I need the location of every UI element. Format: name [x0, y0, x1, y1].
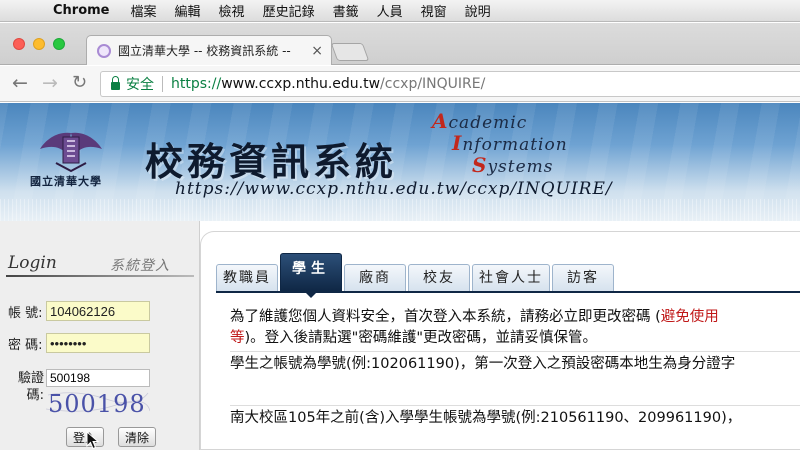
english-line3-rest: ystems [487, 157, 554, 177]
english-title-line2: Information [452, 131, 568, 155]
english-title-line1: Academic [432, 109, 527, 133]
english-line2-rest: nformation [462, 135, 568, 155]
login-heading: Login [8, 253, 57, 273]
menu-history[interactable]: 歷史記錄 [254, 1, 324, 20]
browser-tab-active[interactable]: 國立清華大學 -- 校務資訊系統 -- × [86, 35, 332, 65]
captcha-image-text: 500198 [48, 390, 146, 417]
tab-vendor[interactable]: 廠商 [344, 264, 406, 291]
password-input[interactable] [46, 333, 150, 353]
menu-people[interactable]: 人員 [368, 1, 412, 20]
macos-menu-bar: Chrome 檔案 編輯 檢視 歷史記錄 書籤 人員 視窗 說明 [0, 0, 800, 22]
login-subheading: 系統登入 [110, 258, 170, 274]
notice-line2-warning: 等 [230, 330, 245, 346]
english-line1-rest: cademic [448, 113, 528, 133]
minimize-window-button[interactable] [33, 38, 45, 50]
english-line1-cap: A [432, 109, 449, 133]
lock-icon [111, 76, 120, 90]
school-name: 國立清華大學 [30, 175, 102, 188]
tab-alumni[interactable]: 校友 [408, 264, 470, 291]
notice-line-3: 學生之帳號為學號(例:102061190)，第一次登入之預設密碼本地生為身分證字 [230, 356, 736, 372]
clear-button[interactable]: 清除 [118, 427, 157, 447]
notice-line1-warning: 避免使用 [660, 309, 719, 325]
password-label: 密 碼: [8, 337, 43, 353]
notice-divider-2 [230, 405, 800, 406]
tab-close-icon[interactable]: × [311, 43, 323, 59]
system-title: 校務資訊系統 [145, 139, 398, 184]
main-content: 教職員 學生 廠商 校友 社會人士 訪客 為了維護您個人資料安全，首次登入本系統… [200, 221, 800, 450]
tab-staff[interactable]: 教職員 [216, 264, 278, 291]
browser-tab-strip: 國立清華大學 -- 校務資訊系統 -- × [0, 23, 800, 65]
menu-view[interactable]: 檢視 [210, 1, 254, 20]
site-favicon-icon [97, 43, 111, 58]
menu-edit[interactable]: 編輯 [166, 1, 210, 20]
page-banner: 國立清華大學 校務資訊系統 Academic Information Syste… [0, 103, 800, 221]
banner-url-text: https://www.ccxp.nthu.edu.tw/ccxp/INQUIR… [175, 179, 613, 199]
login-header-divider [6, 275, 194, 277]
account-label: 帳 號: [8, 305, 43, 321]
window-controls [13, 38, 65, 50]
menu-bookmarks[interactable]: 書籤 [324, 1, 368, 20]
url-path: /ccxp/INQUIRE/ [380, 76, 486, 92]
close-window-button[interactable] [13, 38, 25, 50]
account-row: 帳 號: [8, 301, 150, 321]
menu-help[interactable]: 說明 [456, 1, 500, 20]
tabs-underline [216, 291, 800, 293]
notice-line-2: 等)。登入後請點選"密碼維護"更改密碼，並請妥慎保管。 [230, 328, 800, 349]
notice-line1-text: 為了維護您個人資料安全，首次登入本系統，請務必立即更改密碼 ( [230, 309, 661, 325]
url-protocol: https:// [171, 76, 222, 92]
new-tab-button[interactable] [330, 43, 370, 61]
tab-visitor[interactable]: 訪客 [552, 264, 614, 291]
login-notice: 為了維護您個人資料安全，首次登入本系統，請務必立即更改密碼 (避免使用 等)。登… [230, 307, 800, 429]
tab-title: 國立清華大學 -- 校務資訊系統 -- [118, 44, 291, 58]
forward-arrow-icon[interactable]: → [42, 73, 58, 93]
login-panel: Login 系統登入 帳 號: 密 碼: 驗證碼: 500198 登入 清除 [0, 221, 200, 450]
notice-line2-text: )。登入後請點選"密碼維護"更改密碼，並請妥慎保管。 [244, 330, 598, 346]
tab-public[interactable]: 社會人士 [472, 264, 550, 291]
url-host: www.ccxp.nthu.edu.tw [221, 76, 381, 92]
captcha-label: 驗證碼: [17, 371, 44, 403]
mouse-pointer-icon [86, 431, 100, 450]
notice-divider [230, 351, 800, 352]
menu-app-name[interactable]: Chrome [44, 3, 122, 18]
english-line2-cap: I [452, 131, 463, 155]
login-header: Login 系統登入 [0, 251, 200, 277]
nthu-emblem-icon [40, 132, 102, 173]
menu-file[interactable]: 檔案 [122, 1, 166, 20]
notice-line-4: 南大校區105年之前(含)入學學生帳號為學號(例:210561190、20996… [230, 410, 742, 426]
english-line3-cap: S [472, 153, 488, 177]
browser-toolbar: ← → ↻ 安全 https://www.ccxp.nthu.edu.tw/cc… [0, 66, 800, 102]
captcha-image: 500198 [46, 387, 150, 417]
omnibox-divider [162, 76, 163, 92]
english-title-line3: Systems [472, 153, 554, 177]
reload-icon[interactable]: ↻ [72, 73, 87, 93]
user-type-tabs: 教職員 學生 廠商 校友 社會人士 訪客 [216, 253, 614, 298]
captcha-input[interactable] [46, 369, 150, 387]
address-bar[interactable]: 安全 https://www.ccxp.nthu.edu.tw/ccxp/INQ… [100, 71, 800, 97]
menu-window[interactable]: 視窗 [412, 1, 456, 20]
notice-line-1: 為了維護您個人資料安全，首次登入本系統，請務必立即更改密碼 (避免使用 [230, 307, 800, 328]
back-arrow-icon[interactable]: ← [12, 73, 28, 93]
zoom-window-button[interactable] [53, 38, 65, 50]
security-label: 安全 [126, 77, 154, 93]
tab-student[interactable]: 學生 [280, 253, 342, 298]
account-input[interactable] [46, 301, 150, 321]
notice-spacer [230, 375, 800, 403]
password-row: 密 碼: [8, 333, 150, 353]
